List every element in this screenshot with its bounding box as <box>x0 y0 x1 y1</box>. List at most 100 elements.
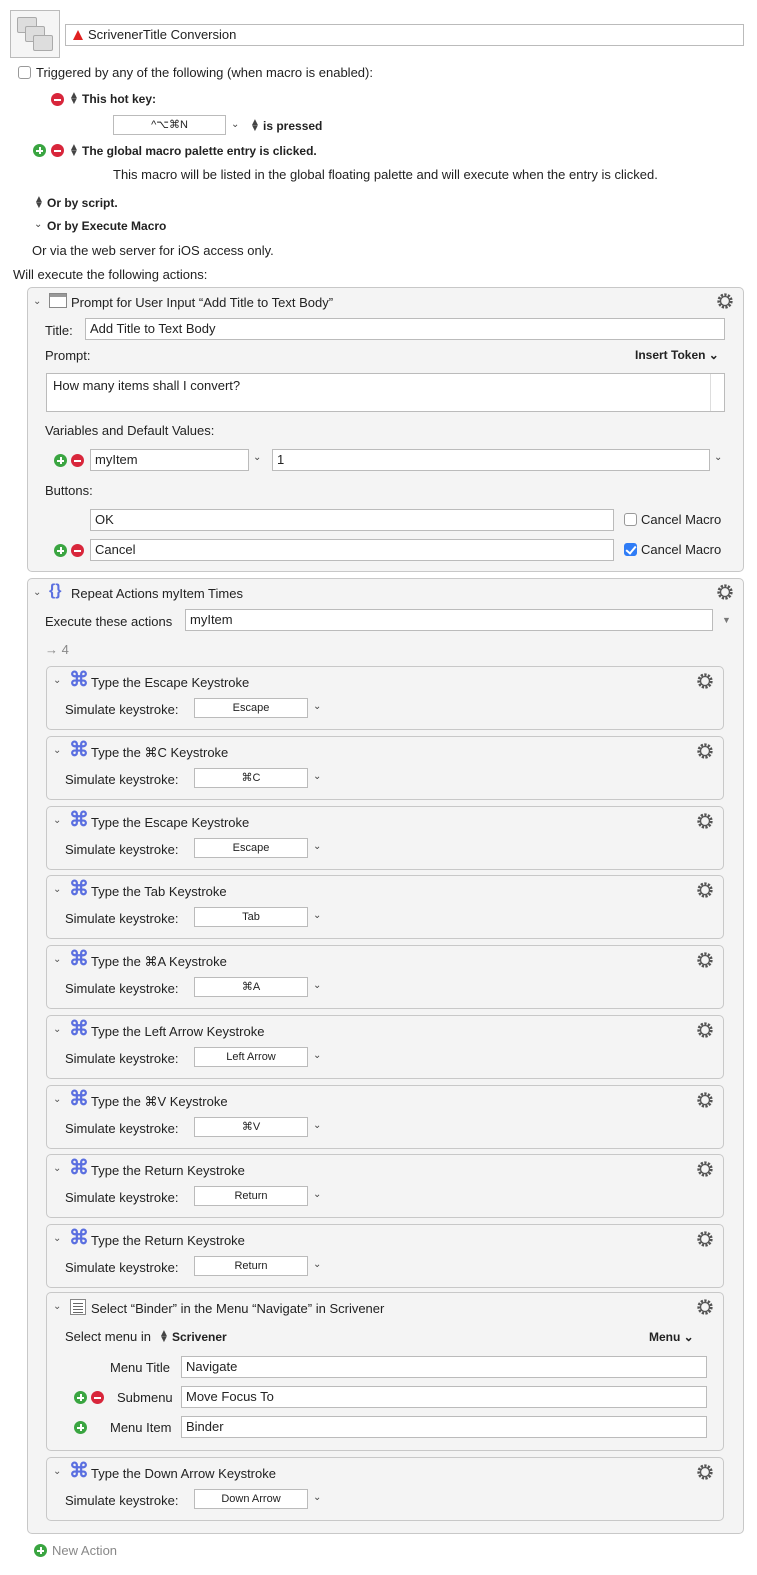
gear-icon[interactable] <box>696 812 714 830</box>
app-select[interactable]: Scrivener <box>172 1330 227 1344</box>
gear-icon[interactable] <box>696 1298 714 1316</box>
macro-icon[interactable] <box>10 10 60 58</box>
insert-token-menu[interactable]: Insert Token ⌄ <box>635 348 719 362</box>
collapse-chevron-icon[interactable]: ⌄ <box>53 1163 61 1174</box>
submenu-field[interactable]: Move Focus To <box>181 1386 707 1408</box>
chevron-down-icon[interactable]: ⌄ <box>313 1050 321 1061</box>
hotkey-state-select[interactable]: is pressed <box>263 119 322 133</box>
gear-icon[interactable] <box>716 583 734 601</box>
menu-item-field[interactable]: Binder <box>181 1416 707 1438</box>
chevron-down-icon[interactable]: ⌄ <box>253 452 261 463</box>
menu-title-field[interactable]: Navigate <box>181 1356 707 1378</box>
collapse-chevron-icon[interactable]: ⌄ <box>53 954 61 965</box>
updown-icon[interactable]: ▲ ▼ <box>159 1329 169 1345</box>
collapse-chevron-icon[interactable]: ⌄ <box>53 675 61 686</box>
prompt-action-title[interactable]: Prompt for User Input “Add Title to Text… <box>71 295 333 310</box>
gear-icon[interactable] <box>716 292 734 310</box>
chevron-down-icon[interactable]: ⌄ <box>231 119 239 130</box>
keystroke-title[interactable]: Type the Left Arrow Keystroke <box>91 1024 264 1039</box>
add-menu-item-icon[interactable] <box>74 1421 87 1434</box>
button2-field[interactable]: Cancel <box>90 539 614 561</box>
chevron-down-icon[interactable]: ⌄ <box>313 771 321 782</box>
remove-submenu-icon[interactable] <box>91 1391 104 1404</box>
chevron-down-icon[interactable]: ⌄ <box>313 1189 321 1200</box>
add-button-icon[interactable] <box>54 544 67 557</box>
variable-default-field[interactable]: 1 <box>272 449 710 471</box>
keystroke-field[interactable]: Escape <box>194 837 308 858</box>
add-variable-icon[interactable] <box>54 454 67 467</box>
gear-icon[interactable] <box>696 881 714 899</box>
remove-trigger-icon[interactable] <box>51 144 64 157</box>
button2-cancel-checkbox[interactable] <box>624 543 637 556</box>
collapse-chevron-icon[interactable]: ⌄ <box>53 815 61 826</box>
chevron-down-icon[interactable]: ⌄ <box>313 980 321 991</box>
keystroke-title[interactable]: Type the Return Keystroke <box>91 1233 245 1248</box>
gear-icon[interactable] <box>696 1463 714 1481</box>
updown-icon[interactable]: ▲ ▼ <box>69 91 79 107</box>
keystroke-title[interactable]: Type the Escape Keystroke <box>91 675 249 690</box>
scrollbar[interactable] <box>710 374 724 411</box>
remove-variable-icon[interactable] <box>71 454 84 467</box>
keystroke-title[interactable]: Type the Return Keystroke <box>91 1163 245 1178</box>
updown-icon[interactable]: ▲ ▼ <box>250 118 260 134</box>
gear-icon[interactable] <box>696 742 714 760</box>
keystroke-title[interactable]: Type the ⌘C Keystroke <box>91 745 228 761</box>
chevron-down-icon[interactable]: ⌄ <box>313 1120 321 1131</box>
keystroke-field[interactable]: Return <box>194 1256 308 1276</box>
gear-icon[interactable] <box>696 672 714 690</box>
keystroke-field[interactable]: Down Arrow <box>194 1489 308 1509</box>
remove-hotkey-icon[interactable] <box>51 93 64 106</box>
variable-name-field[interactable]: myItem <box>90 449 249 471</box>
title-field[interactable]: Add Title to Text Body <box>85 318 725 340</box>
chevron-down-icon[interactable]: ⌄ <box>313 841 321 852</box>
new-action-button[interactable]: New Action <box>52 1543 117 1558</box>
gear-icon[interactable] <box>696 1091 714 1109</box>
new-action-icon[interactable] <box>34 1544 47 1557</box>
collapse-chevron-icon[interactable]: ⌄ <box>53 1094 61 1105</box>
menu-dropdown[interactable]: Menu ⌄ <box>649 1330 694 1344</box>
prompt-textarea[interactable]: How many items shall I convert? <box>46 373 725 412</box>
triggered-checkbox[interactable] <box>18 66 31 79</box>
gear-icon[interactable] <box>696 1021 714 1039</box>
keystroke-field[interactable]: Escape <box>194 698 308 718</box>
keystroke-title[interactable]: Type the ⌘A Keystroke <box>91 954 227 970</box>
gear-icon[interactable] <box>696 1230 714 1248</box>
remove-button-icon[interactable] <box>71 544 84 557</box>
collapse-chevron-icon[interactable]: ⌄ <box>53 884 61 895</box>
keystroke-field[interactable]: Tab <box>194 907 308 928</box>
dropdown-triangle-icon[interactable]: ▼ <box>722 615 731 625</box>
collapse-chevron-icon[interactable]: ⌄ <box>53 1024 61 1035</box>
button1-field[interactable]: OK <box>90 509 614 531</box>
collapse-chevron-icon[interactable]: ⌄ <box>33 296 41 307</box>
keystroke-title[interactable]: Type the Tab Keystroke <box>91 884 227 899</box>
updown-icon[interactable]: ▲ ▼ <box>34 195 44 211</box>
keystroke-field[interactable]: ⌘C <box>194 767 308 788</box>
macro-name-field[interactable]: ScrivenerTitle Conversion <box>65 24 744 46</box>
gear-icon[interactable] <box>696 1160 714 1178</box>
add-trigger-icon[interactable] <box>33 144 46 157</box>
keystroke-field[interactable]: Left Arrow <box>194 1046 308 1067</box>
hotkey-field[interactable]: ^⌥⌘N <box>113 115 226 135</box>
keystroke-title[interactable]: Type the ⌘V Keystroke <box>91 1094 228 1110</box>
button1-cancel-checkbox[interactable] <box>624 513 637 526</box>
collapse-chevron-icon[interactable]: ⌄ <box>53 745 61 756</box>
collapse-chevron-icon[interactable]: ⌄ <box>33 587 41 598</box>
add-submenu-icon[interactable] <box>74 1391 87 1404</box>
chevron-down-icon[interactable]: ⌄ <box>34 219 42 230</box>
chevron-down-icon[interactable]: ⌄ <box>313 1492 321 1503</box>
chevron-down-icon[interactable]: ⌄ <box>714 452 722 463</box>
updown-icon[interactable]: ▲ ▼ <box>69 143 79 159</box>
menu-action-title[interactable]: Select “Binder” in the Menu “Navigate” i… <box>91 1301 384 1316</box>
execute-field[interactable]: myItem <box>185 609 713 631</box>
collapse-chevron-icon[interactable]: ⌄ <box>53 1301 61 1312</box>
gear-icon[interactable] <box>696 951 714 969</box>
keystroke-field[interactable]: ⌘V <box>194 1116 308 1137</box>
keystroke-field[interactable]: ⌘A <box>194 977 308 997</box>
collapse-chevron-icon[interactable]: ⌄ <box>53 1466 61 1477</box>
chevron-down-icon[interactable]: ⌄ <box>313 701 321 712</box>
keystroke-field[interactable]: Return <box>194 1186 308 1207</box>
repeat-action-title[interactable]: Repeat Actions myItem Times <box>71 586 243 601</box>
keystroke-title[interactable]: Type the Escape Keystroke <box>91 815 249 830</box>
chevron-down-icon[interactable]: ⌄ <box>313 1259 321 1270</box>
collapse-chevron-icon[interactable]: ⌄ <box>53 1233 61 1244</box>
